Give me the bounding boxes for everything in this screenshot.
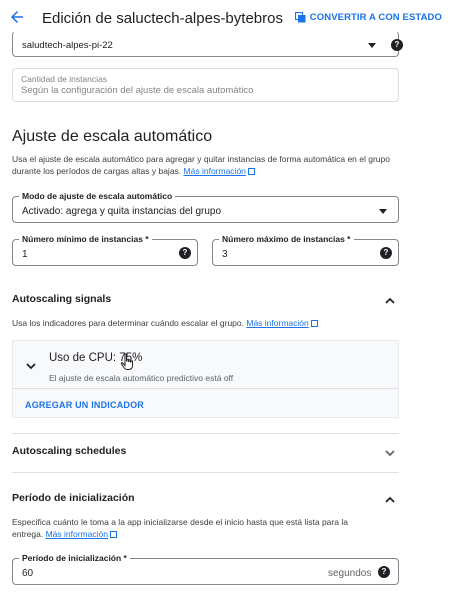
signals-description: Usa los indicadores para determinar cuán…	[12, 317, 318, 329]
init-period-input[interactable]: Período de inicialización * 60 segundos …	[12, 553, 399, 585]
signals-title[interactable]: Autoscaling signals	[12, 293, 111, 305]
signals-description-text: Usa los indicadores para determinar cuán…	[12, 318, 244, 328]
page-title: Edición de saluctech-alpes-bytebros	[42, 10, 283, 27]
signal-divider	[13, 388, 398, 389]
external-link-icon	[109, 531, 117, 538]
init-description: Especifica cuánto le toma a la app inici…	[12, 516, 407, 540]
convert-label: CONVERTIR A CON ESTADO	[309, 12, 442, 23]
external-link-icon	[310, 320, 318, 327]
chevron-up-icon[interactable]	[384, 493, 396, 505]
cpu-signal-subtitle: El ajuste de escala automático predictiv…	[49, 373, 234, 383]
instances-value: Según la configuración del ajuste de esc…	[21, 85, 254, 96]
help-icon[interactable]: ?	[179, 247, 191, 259]
convert-stateful-button[interactable]: CONVERTIR A CON ESTADO	[294, 11, 442, 23]
mode-value: Activado: agrega y quita instancias del …	[22, 206, 222, 217]
signals-more-info-link[interactable]: Más información	[246, 318, 308, 328]
section-divider	[12, 472, 399, 473]
min-instances-value: 1	[22, 249, 28, 260]
help-icon[interactable]: ?	[378, 566, 390, 578]
instance-template-select[interactable]: saludtech-alpes-pi-22 ?	[12, 31, 403, 57]
external-link-icon	[247, 168, 255, 175]
add-indicator-button[interactable]: AGREGAR UN INDICADOR	[25, 400, 144, 410]
max-instances-input[interactable]: Número máximo de instancias * 3 ?	[212, 234, 399, 266]
autoscaling-heading: Ajuste de escala automático	[12, 128, 213, 145]
init-more-info-link[interactable]: Más información	[46, 529, 108, 539]
schedules-title[interactable]: Autoscaling schedules	[12, 445, 126, 457]
help-icon[interactable]: ?	[391, 39, 403, 51]
convert-icon	[294, 11, 306, 23]
init-period-unit: segundos	[328, 568, 372, 579]
init-period-value: 60	[22, 568, 34, 579]
back-arrow-icon[interactable]	[8, 8, 28, 28]
cpu-signal-panel: Uso de CPU: 75% El ajuste de escala auto…	[12, 340, 399, 418]
min-instances-label: Número mínimo de instancias *	[19, 234, 152, 245]
dropdown-caret-icon	[379, 209, 387, 214]
chevron-down-icon[interactable]	[384, 446, 396, 458]
help-icon[interactable]: ?	[380, 247, 392, 259]
max-instances-label: Número máximo de instancias *	[219, 234, 354, 245]
hand-cursor-icon	[120, 353, 136, 376]
init-description-line1: Especifica cuánto le toma a la app inici…	[12, 517, 348, 527]
autoscaling-more-info-link[interactable]: Más información	[184, 166, 246, 176]
template-value: saludtech-alpes-pi-22	[22, 40, 113, 51]
instances-label: Cantidad de instancias	[21, 74, 108, 84]
chevron-down-icon[interactable]	[25, 359, 37, 371]
section-divider	[12, 433, 399, 434]
init-title[interactable]: Período de inicialización	[12, 492, 135, 504]
dropdown-caret-icon	[368, 43, 376, 48]
chevron-up-icon[interactable]	[384, 294, 396, 306]
autoscaling-mode-select[interactable]: Modo de ajuste de escala automático Acti…	[12, 191, 399, 223]
autoscaling-description: Usa el ajuste de escala automático para …	[12, 153, 402, 177]
min-instances-input[interactable]: Número mínimo de instancias * 1 ?	[12, 234, 198, 266]
init-description-line2: entrega.	[12, 529, 44, 539]
mode-label: Modo de ajuste de escala automático	[19, 191, 176, 202]
max-instances-value: 3	[222, 249, 228, 260]
instances-count-field: Cantidad de instancias Según la configur…	[12, 68, 399, 102]
init-period-label: Período de inicialización *	[19, 553, 130, 564]
